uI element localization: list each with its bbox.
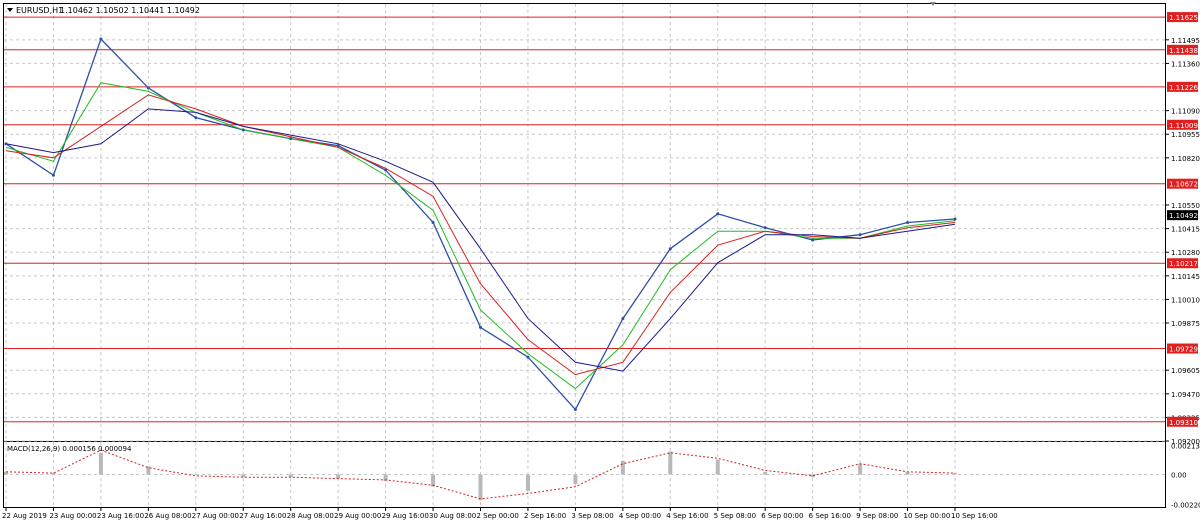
price-axis-label: 1.11090 <box>1171 108 1200 116</box>
macd-histogram-bar <box>715 459 720 475</box>
price-axis-label: 1.11360 <box>1171 60 1200 68</box>
macd-axis-label: 0.00 <box>1171 472 1187 480</box>
price-axis-label: 1.10145 <box>1171 273 1200 281</box>
price-axis-label: 1.10955 <box>1171 131 1200 139</box>
price-point <box>716 212 720 216</box>
time-axis-label: 10 Sep 00:00 <box>904 512 951 520</box>
macd-histogram-bar <box>193 474 198 475</box>
price-point <box>431 221 435 224</box>
price-axis-label: 1.09875 <box>1171 320 1200 328</box>
macd-histogram-bar <box>336 474 341 479</box>
price-axis-label: 1.11495 <box>1171 37 1200 45</box>
symbol-label: EURUSD,H1 <box>16 6 63 15</box>
time-axis-label: 2 Sep 16:00 <box>524 512 566 520</box>
level-price-label: 1.10217 <box>1169 260 1198 268</box>
time-axis-label: 22 Aug 2019 <box>2 512 47 520</box>
price-point <box>811 238 815 242</box>
macd-histogram-bar <box>525 474 530 491</box>
price-point <box>336 144 340 148</box>
chart-window[interactable]: 1.11495 1.11360 1.11090 1.10955 1.10820 1.105… <box>0 0 1200 523</box>
price-point <box>4 142 8 146</box>
price-point <box>621 317 625 321</box>
macd-histogram-bar <box>478 474 483 501</box>
price-point <box>194 116 198 120</box>
price-point <box>99 37 103 41</box>
level-price-label: 1.11009 <box>1169 122 1198 130</box>
price-point <box>51 173 55 177</box>
time-axis-label: 30 Aug 08:00 <box>429 512 476 520</box>
level-price-label: 1.09310 <box>1169 419 1198 427</box>
price-axis-label: 1.09605 <box>1171 367 1200 375</box>
level-price-label: 1.09729 <box>1169 346 1198 354</box>
macd-histogram-bar <box>763 471 768 475</box>
time-axis-label: 23 Aug 00:00 <box>49 512 96 520</box>
time-axis-label: 6 Sep 00:00 <box>761 512 803 520</box>
level-price-label: 1.11438 <box>1169 47 1198 55</box>
time-axis-label: 6 Sep 16:00 <box>809 512 851 520</box>
price-axis-label: 1.10415 <box>1171 226 1200 234</box>
price-axis-label: 1.10010 <box>1171 296 1200 304</box>
time-axis-label: 29 Aug 00:00 <box>334 512 381 520</box>
price-point <box>384 168 388 172</box>
price-point <box>858 233 862 237</box>
macd-histogram-bar <box>573 474 578 484</box>
chart-background <box>0 0 1200 523</box>
time-axis-label: 23 Aug 16:00 <box>97 512 144 520</box>
price-point <box>953 217 957 221</box>
price-point <box>763 226 767 230</box>
price-point <box>241 128 245 132</box>
macd-axis-label: 0.002134 <box>1171 443 1200 451</box>
price-axis-label: 1.10820 <box>1171 155 1200 163</box>
time-axis-label: 10 Sep 16:00 <box>951 512 998 520</box>
time-axis-label: 29 Aug 16:00 <box>382 512 429 520</box>
price-point <box>906 221 910 224</box>
price-point <box>573 408 577 412</box>
time-axis-label: 27 Aug 00:00 <box>192 512 239 520</box>
time-axis-label: 4 Sep 16:00 <box>666 512 708 520</box>
price-axis-label: 1.09470 <box>1171 391 1200 399</box>
time-axis-label: 4 Sep 00:00 <box>619 512 661 520</box>
current-price-label: 1.10492 <box>1169 212 1198 220</box>
price-axis-label: 1.10280 <box>1171 249 1200 257</box>
time-axis-label: 28 Aug 08:00 <box>287 512 334 520</box>
macd-histogram-bar <box>668 451 673 475</box>
macd-label: MACD(12,26,9) 0.000156 0.000094 <box>7 445 132 453</box>
macd-histogram-bar <box>953 473 957 475</box>
macd-histogram-bar <box>98 452 103 475</box>
macd-histogram-bar <box>51 473 56 475</box>
macd-histogram-bar <box>620 460 625 475</box>
price-point <box>668 247 672 251</box>
level-price-label: 1.11226 <box>1169 84 1198 92</box>
ohlc-label: 1.10462 1.10502 1.10441 1.10492 <box>60 6 200 15</box>
level-price-label: 1.10672 <box>1169 181 1198 189</box>
time-axis-label: 27 Aug 16:00 <box>239 512 286 520</box>
level-price-label: 1.11625 <box>1169 14 1198 22</box>
price-point <box>146 86 150 90</box>
time-axis-label: 2 Sep 00:00 <box>477 512 519 520</box>
macd-histogram-bar <box>858 463 863 475</box>
time-axis-label: 26 Aug 08:00 <box>144 512 191 520</box>
time-axis-label: 9 Sep 08:00 <box>856 512 898 520</box>
time-axis-label: 5 Sep 08:00 <box>714 512 756 520</box>
price-point <box>526 355 530 359</box>
price-point <box>289 137 293 141</box>
time-axis-label: 3 Sep 08:00 <box>571 512 613 520</box>
price-point <box>479 325 482 329</box>
price-axis-label: 1.10550 <box>1171 202 1200 210</box>
macd-axis-label: -0.002205 <box>1171 501 1200 509</box>
